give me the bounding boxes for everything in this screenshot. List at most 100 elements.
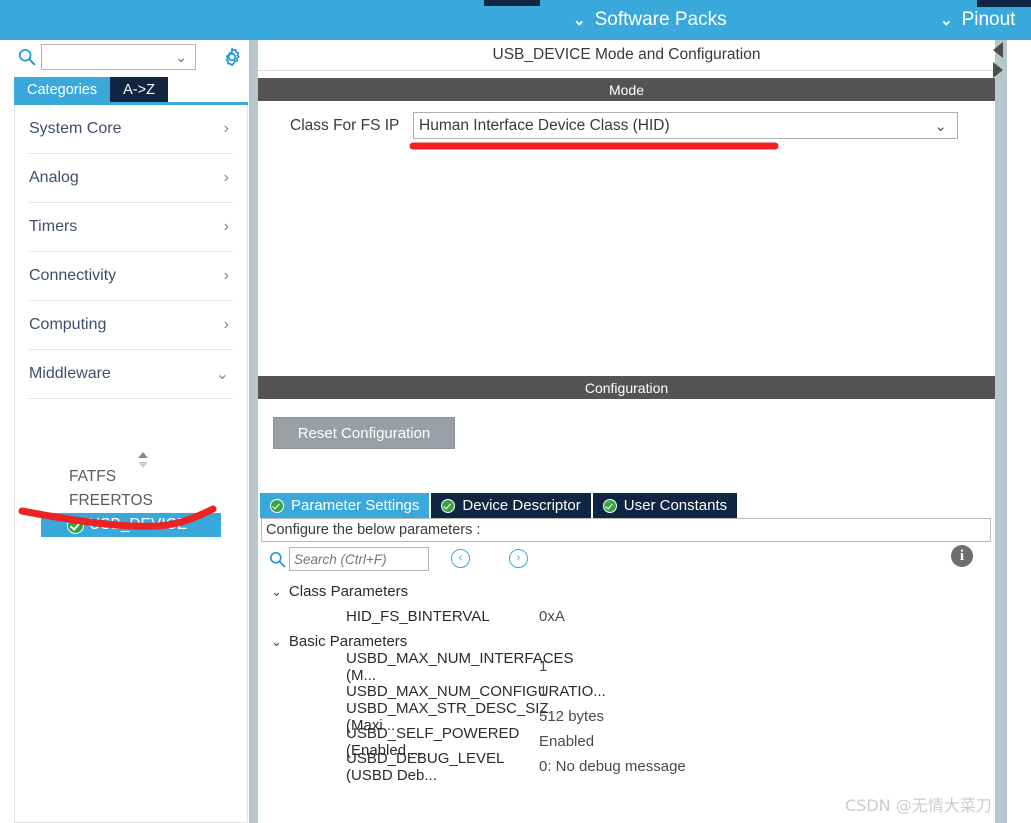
sidebar-item-label: Middleware xyxy=(29,365,111,382)
sidebar-item-computing[interactable]: Computing › xyxy=(29,301,233,350)
class-for-fs-ip-label: Class For FS IP xyxy=(290,117,400,134)
configuration-section-body: Reset Configuration Parameter Settings D… xyxy=(258,399,995,823)
sidebar-item-middleware[interactable]: Middleware ⌄ xyxy=(29,350,233,399)
menu-software-packs-label: Software Packs xyxy=(594,9,727,30)
sidebar-item-label: System Core xyxy=(29,120,122,137)
circle-right-arrow-icon: › xyxy=(516,552,521,564)
sidebar-item-system-core[interactable]: System Core › xyxy=(29,105,233,154)
chevron-down-icon[interactable]: ⌄ xyxy=(934,117,947,135)
sidebar-item-label: FREERTOS xyxy=(69,492,153,509)
sidebar-item-label: Connectivity xyxy=(29,267,117,284)
tab-parameter-settings-label: Parameter Settings xyxy=(291,497,420,514)
class-for-fs-ip-value: Human Interface Device Class (HID) xyxy=(419,116,670,134)
active-tab-stub xyxy=(484,0,540,6)
middleware-item-list: FATFS FREERTOS USB_DEVICE xyxy=(15,465,249,537)
parameter-value[interactable]: 1 xyxy=(539,658,547,675)
gear-icon[interactable] xyxy=(221,46,243,68)
tree-group-class-parameters[interactable]: ⌄ Class Parameters xyxy=(261,579,991,604)
configuration-section-label: Configuration xyxy=(584,379,669,396)
mode-section-body: Class For FS IP Human Interface Device C… xyxy=(258,101,995,376)
sidebar-item-analog[interactable]: Analog › xyxy=(29,154,233,203)
reset-configuration-button[interactable]: Reset Configuration xyxy=(273,417,455,449)
parameter-name: USBD_MAX_NUM_INTERFACES (M... xyxy=(346,649,574,684)
parameter-name: HID_FS_BINTERVAL xyxy=(346,608,490,625)
parameter-search-row: ‹ › i xyxy=(261,542,991,578)
parameter-value[interactable]: 1 xyxy=(539,683,547,700)
category-list: System Core › Analog › Timers › Connecti… xyxy=(14,105,248,823)
menu-pinout-label: Pinout xyxy=(961,9,1016,30)
chevron-down-icon: ⌄ xyxy=(573,11,586,29)
sidebar-item-label: Analog xyxy=(29,169,79,186)
categories-sidebar: ⌄ Categories A->Z System Core › Analog ›… xyxy=(0,40,248,823)
tab-categories-label: Categories xyxy=(27,81,98,98)
sidebar-item-label: USB_DEVICE xyxy=(89,516,188,533)
search-previous-button[interactable]: ‹ xyxy=(451,549,470,568)
menu-software-packs[interactable]: ⌄ Software Packs xyxy=(573,0,727,40)
parameter-value[interactable]: 0: No debug message xyxy=(539,758,686,775)
class-for-fs-ip-select[interactable]: Human Interface Device Class (HID) ⌄ xyxy=(413,112,958,139)
chevron-right-icon: › xyxy=(223,316,229,333)
configuration-tabstrip: Parameter Settings Device Descriptor Use… xyxy=(260,493,740,518)
chevron-down-icon: ⌄ xyxy=(271,583,282,599)
info-icon[interactable]: i xyxy=(951,545,973,567)
sidebar-search-combo[interactable]: ⌄ xyxy=(41,44,196,70)
table-row[interactable]: USBD_DEBUG_LEVEL (USBD Deb... 0: No debu… xyxy=(261,750,991,784)
parameter-tree: ⌄ Class Parameters HID_FS_BINTERVAL 0xA … xyxy=(261,579,991,784)
menu-pinout[interactable]: ⌄ Pinout xyxy=(940,0,1015,40)
sidebar-item-freertos[interactable]: FREERTOS xyxy=(15,489,249,513)
sidebar-item-label: Computing xyxy=(29,316,107,333)
configuration-section-header: Configuration xyxy=(258,376,995,399)
sidebar-item-timers[interactable]: Timers › xyxy=(29,203,233,252)
table-row[interactable]: USBD_MAX_NUM_INTERFACES (M... 1 xyxy=(261,650,991,684)
parameter-name: USBD_DEBUG_LEVEL (USBD Deb... xyxy=(346,749,504,784)
parameter-search-box[interactable] xyxy=(289,547,429,571)
search-icon xyxy=(18,48,36,66)
panel-splitter[interactable] xyxy=(248,40,258,823)
parameter-value[interactable]: 512 bytes xyxy=(539,708,604,725)
tab-user-constants[interactable]: User Constants xyxy=(592,493,740,518)
sidebar-item-usb-device[interactable]: USB_DEVICE xyxy=(41,513,221,537)
watermark: CSDN @无情大菜刀 xyxy=(845,796,992,815)
configuration-panel: USB_DEVICE Mode and Configuration Mode C… xyxy=(258,40,1031,823)
table-row[interactable]: HID_FS_BINTERVAL 0xA xyxy=(261,604,991,629)
chevron-down-icon: ⌄ xyxy=(271,633,282,649)
triangle-right-icon[interactable] xyxy=(993,62,1003,78)
tab-categories[interactable]: Categories xyxy=(14,77,111,102)
circle-left-arrow-icon: ‹ xyxy=(458,552,463,564)
tree-group-label: Basic Parameters xyxy=(288,633,408,650)
mode-section-header: Mode xyxy=(258,78,995,101)
mode-section-label: Mode xyxy=(608,81,645,98)
configure-hint-bar: Configure the below parameters : xyxy=(261,518,991,542)
page-title: USB_DEVICE Mode and Configuration xyxy=(258,40,995,71)
tab-parameter-settings[interactable]: Parameter Settings xyxy=(260,493,432,518)
tab-device-descriptor-label: Device Descriptor xyxy=(462,497,581,514)
chevron-down-icon: ⌄ xyxy=(215,366,229,383)
configure-hint-label: Configure the below parameters : xyxy=(266,522,481,538)
tab-device-descriptor[interactable]: Device Descriptor xyxy=(431,493,593,518)
search-input[interactable] xyxy=(42,46,167,68)
search-icon xyxy=(270,552,286,568)
green-check-icon xyxy=(441,498,456,513)
app-window: ⌄ Software Packs ⌄ Pinout ⌄ Categories A… xyxy=(0,0,1031,823)
tab-a-to-z[interactable]: A->Z xyxy=(110,77,168,102)
sidebar-item-label: Timers xyxy=(29,218,78,235)
triangle-left-icon[interactable] xyxy=(993,42,1003,58)
parameter-value[interactable]: Enabled xyxy=(539,733,594,750)
sidebar-item-connectivity[interactable]: Connectivity › xyxy=(29,252,233,301)
parameter-value[interactable]: 0xA xyxy=(539,608,565,625)
info-icon-glyph: i xyxy=(959,547,965,564)
chevron-right-icon: › xyxy=(223,267,229,284)
tab-a-to-z-label: A->Z xyxy=(123,81,155,98)
vertical-scrollbar[interactable] xyxy=(995,40,1007,823)
sidebar-item-label: FATFS xyxy=(69,468,117,485)
green-check-icon xyxy=(270,498,284,513)
search-next-button[interactable]: › xyxy=(509,549,528,568)
green-check-icon xyxy=(67,516,84,534)
chevron-right-icon: › xyxy=(223,218,229,235)
parameter-search-input[interactable] xyxy=(290,548,428,570)
tab-user-constants-label: User Constants xyxy=(623,497,728,514)
reset-configuration-label: Reset Configuration xyxy=(297,424,431,442)
sidebar-item-fatfs[interactable]: FATFS xyxy=(15,465,249,489)
chevron-right-icon: › xyxy=(223,169,229,186)
chevron-down-icon[interactable]: ⌄ xyxy=(175,49,187,66)
